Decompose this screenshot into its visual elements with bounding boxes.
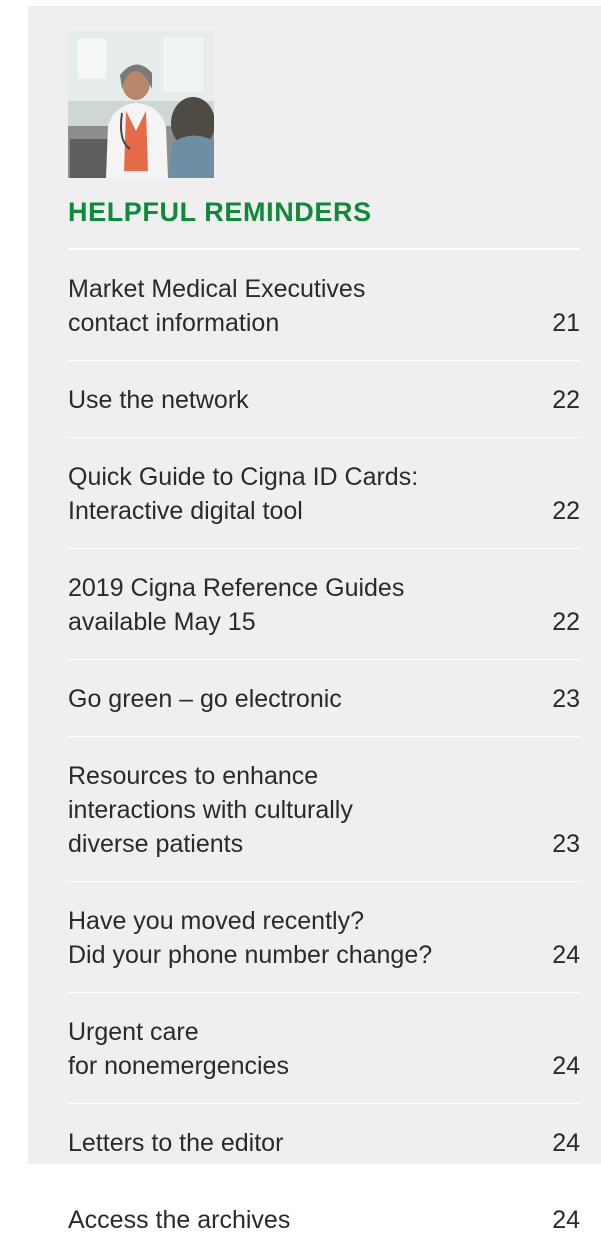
helpful-reminders-panel: HELPFUL REMINDERS Market Medical Executi… <box>28 6 601 1234</box>
section-heading: HELPFUL REMINDERS <box>68 197 372 227</box>
toc-item[interactable]: Go green – go electronic 23 <box>68 659 580 736</box>
toc-item-title: Use the network <box>68 386 249 414</box>
toc-item-title: 2019 Cigna Reference Guides available Ma… <box>68 574 405 636</box>
toc-item-page: 24 <box>552 941 580 969</box>
doctor-photo-image <box>68 31 214 178</box>
toc-item-page: 23 <box>552 685 580 713</box>
toc-item-page: 24 <box>552 1052 580 1080</box>
toc-item[interactable]: Letters to the editor 24 <box>68 1103 580 1180</box>
toc-item-title: Have you moved recently? Did your phone … <box>68 907 433 969</box>
toc-item-page: 23 <box>552 830 580 858</box>
toc-item-page: 22 <box>552 497 580 525</box>
toc-item[interactable]: 2019 Cigna Reference Guides available Ma… <box>68 548 580 659</box>
toc-item[interactable]: Quick Guide to Cigna ID Cards: Interacti… <box>68 437 580 548</box>
toc-item-title: Resources to enhance interactions with c… <box>68 762 353 858</box>
toc-item[interactable]: Use the network 22 <box>68 360 580 437</box>
toc-item-title: Go green – go electronic <box>68 685 342 713</box>
toc-item[interactable]: Market Medical Executives contact inform… <box>68 248 580 360</box>
toc-item[interactable]: Have you moved recently? Did your phone … <box>68 881 580 992</box>
toc-item-page: 21 <box>552 309 580 337</box>
toc-item-title: Urgent care for nonemergencies <box>68 1018 289 1080</box>
toc-item-title: Letters to the editor <box>68 1129 284 1157</box>
toc-item[interactable]: Urgent care for nonemergencies 24 <box>68 992 580 1103</box>
toc-item-page: 24 <box>552 1129 580 1157</box>
table-of-contents: Market Medical Executives contact inform… <box>68 248 580 1257</box>
toc-item-page: 24 <box>552 1206 580 1234</box>
toc-item-title: Quick Guide to Cigna ID Cards: Interacti… <box>68 463 419 525</box>
toc-item[interactable]: Access the archives 24 <box>68 1180 580 1257</box>
toc-item-title: Market Medical Executives contact inform… <box>68 275 366 337</box>
toc-item-page: 22 <box>552 608 580 636</box>
doctor-photo <box>68 31 214 178</box>
toc-item[interactable]: Resources to enhance interactions with c… <box>68 736 580 881</box>
toc-item-title: Access the archives <box>68 1206 291 1234</box>
toc-item-page: 22 <box>552 386 580 414</box>
